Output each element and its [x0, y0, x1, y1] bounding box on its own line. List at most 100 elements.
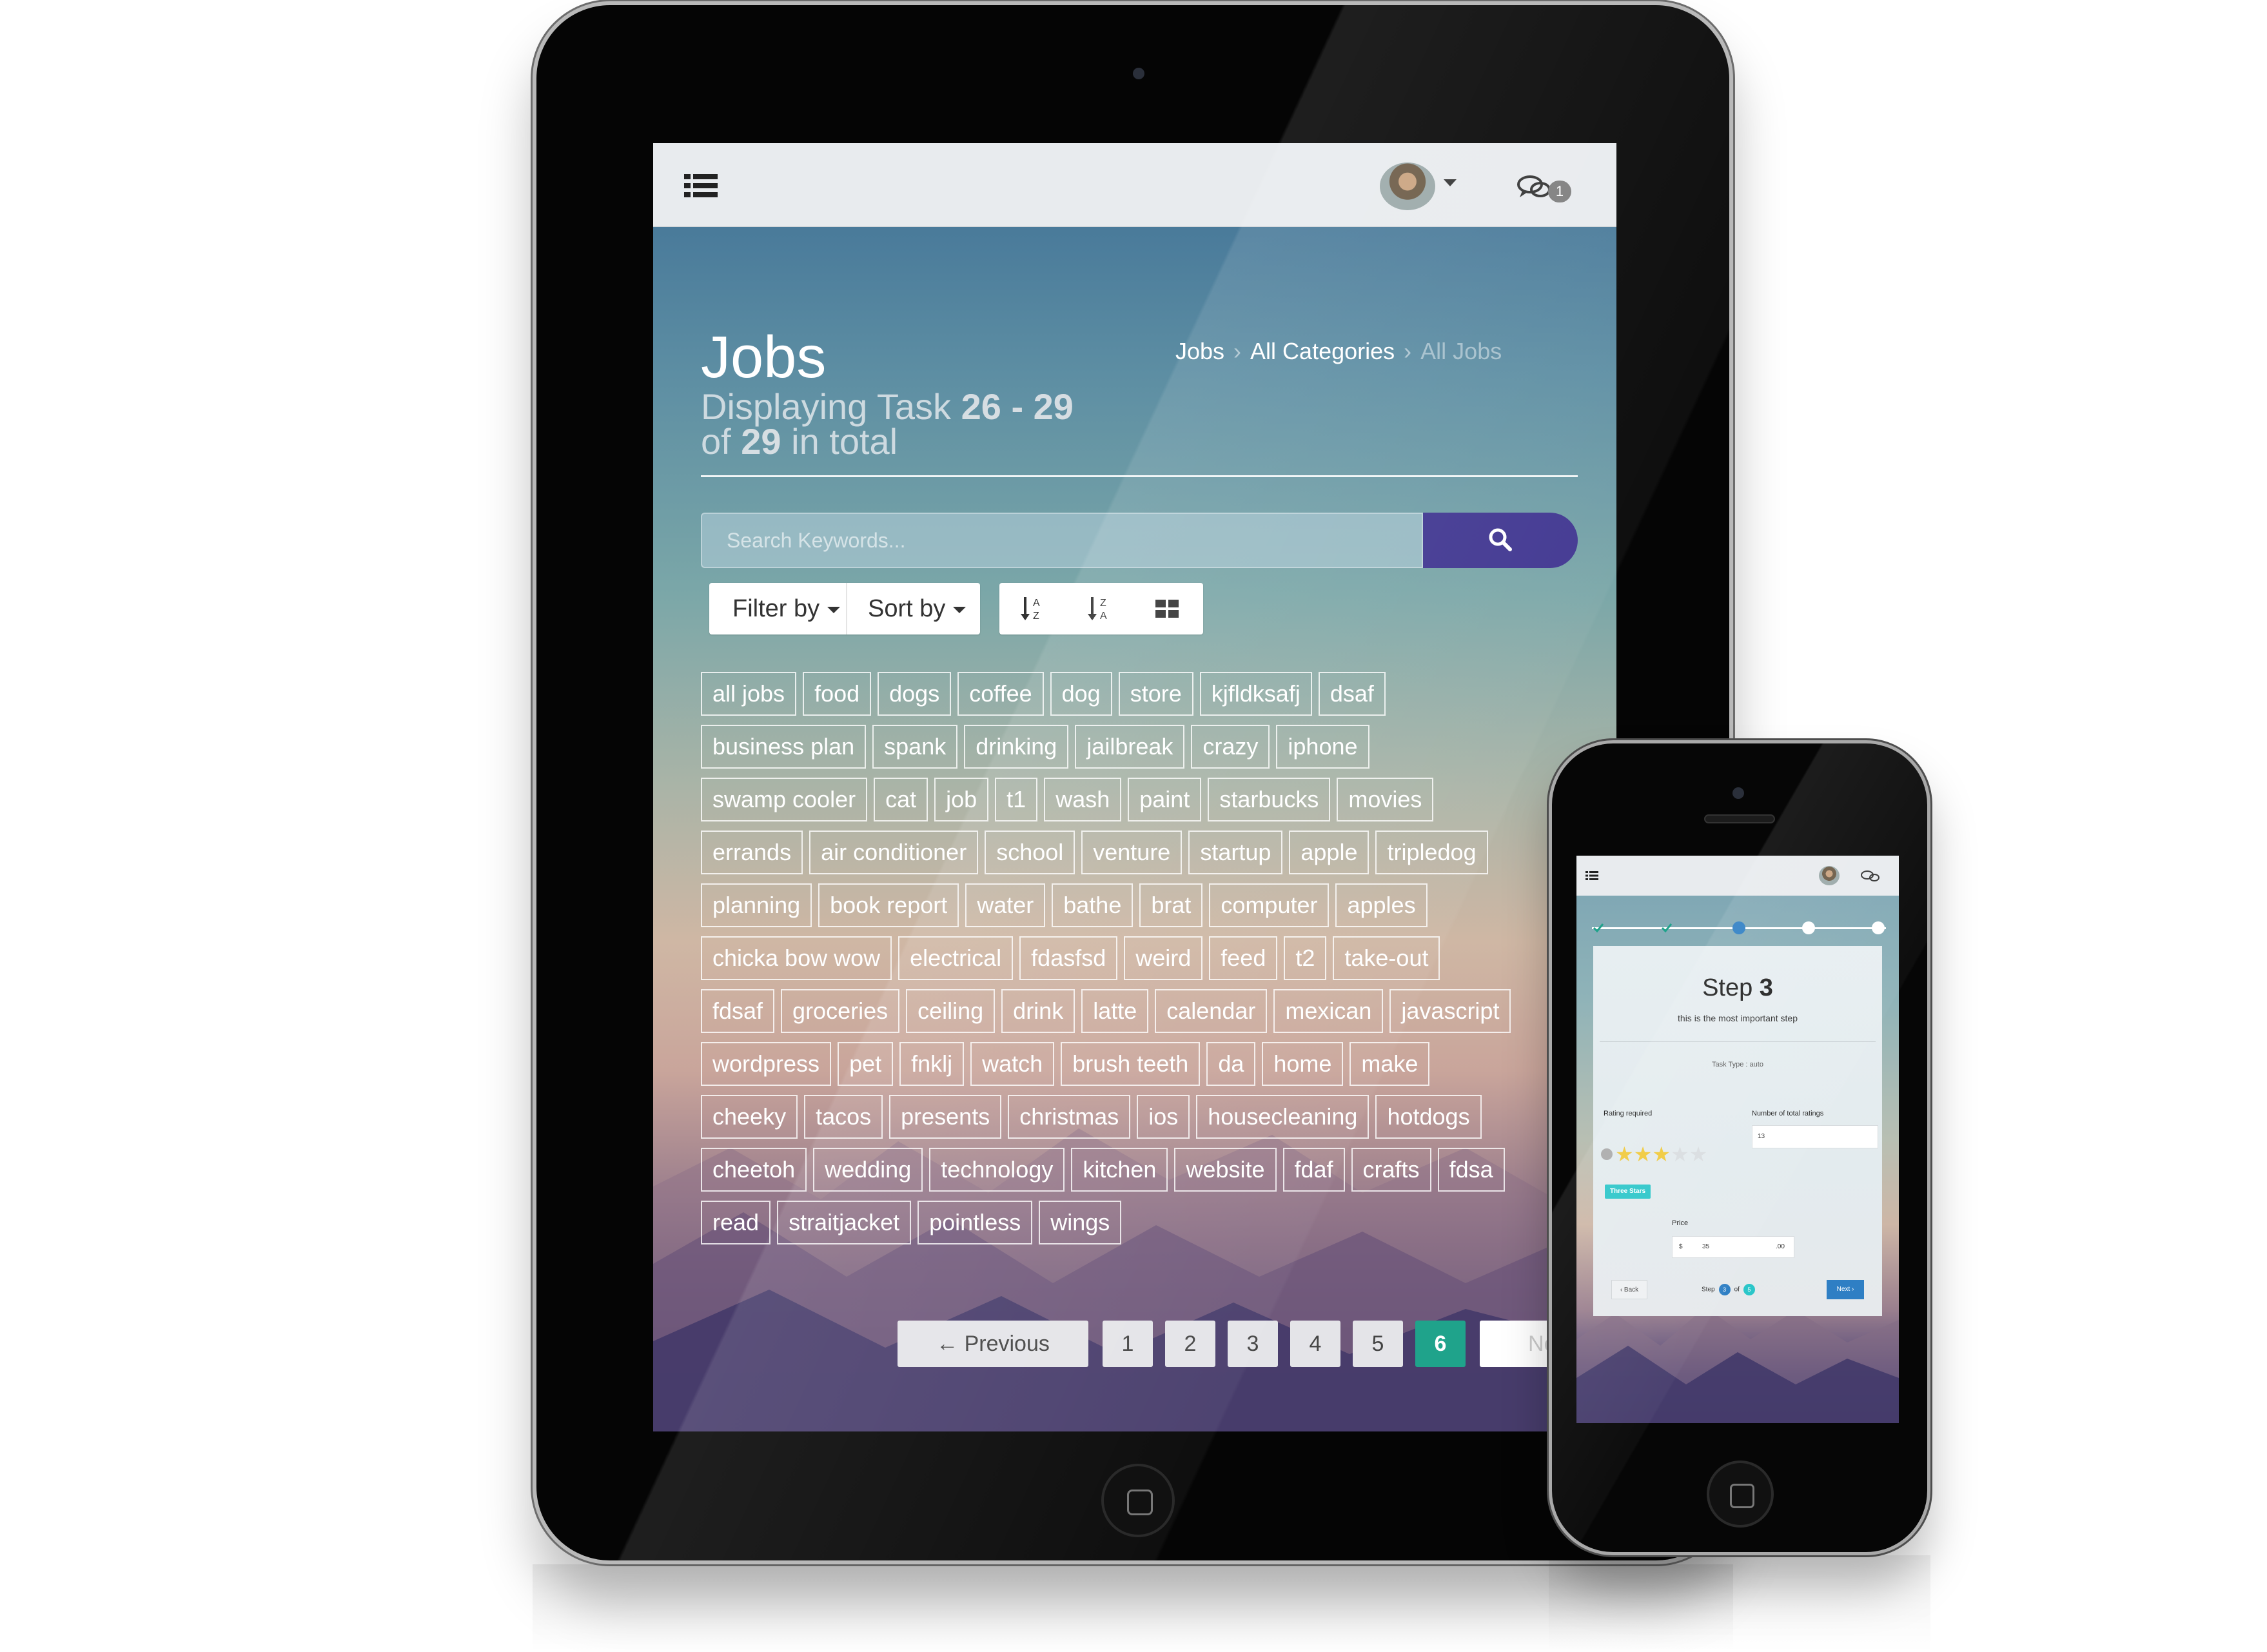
- tag-chip[interactable]: watch: [970, 1042, 1055, 1086]
- tag-chip[interactable]: christmas: [1008, 1095, 1131, 1139]
- tag-chip[interactable]: book report: [818, 883, 959, 927]
- tag-chip[interactable]: t1: [995, 778, 1038, 821]
- tag-chip[interactable]: kjfldksafj: [1199, 672, 1312, 716]
- star-icon[interactable]: ★: [1615, 1143, 1634, 1166]
- tag-chip[interactable]: crazy: [1191, 725, 1270, 769]
- user-avatar[interactable]: [1819, 866, 1840, 885]
- tag-chip[interactable]: fdasfsd: [1019, 936, 1118, 980]
- list-icon[interactable]: [1585, 871, 1598, 880]
- tag-chip[interactable]: dog: [1050, 672, 1112, 716]
- tag-chip[interactable]: groceries: [781, 989, 900, 1033]
- tag-chip[interactable]: fdsa: [1437, 1148, 1505, 1192]
- search-input[interactable]: Search Keywords...: [701, 513, 1423, 568]
- tag-chip[interactable]: cheeky: [701, 1095, 798, 1139]
- tag-chip[interactable]: make: [1349, 1042, 1430, 1086]
- star-icon[interactable]: ★: [1634, 1143, 1653, 1166]
- tag-chip[interactable]: da: [1206, 1042, 1256, 1086]
- tag-chip[interactable]: wash: [1044, 778, 1122, 821]
- previous-page-button[interactable]: ← Previous: [898, 1321, 1088, 1367]
- tag-chip[interactable]: housecleaning: [1196, 1095, 1369, 1139]
- tag-chip[interactable]: fdaf: [1282, 1148, 1345, 1192]
- page-number-button[interactable]: 4: [1290, 1321, 1340, 1367]
- minus-icon[interactable]: [1601, 1148, 1613, 1160]
- tag-chip[interactable]: job: [934, 778, 989, 821]
- tag-chip[interactable]: brush teeth: [1061, 1042, 1201, 1086]
- tag-chip[interactable]: electrical: [898, 936, 1014, 980]
- tag-chip[interactable]: planning: [701, 883, 812, 927]
- tag-chip[interactable]: water: [965, 883, 1046, 927]
- tag-chip[interactable]: cheetoh: [701, 1148, 807, 1192]
- chevron-down-icon[interactable]: [1444, 179, 1457, 186]
- tag-chip[interactable]: startup: [1188, 831, 1283, 874]
- tag-chip[interactable]: crafts: [1351, 1148, 1431, 1192]
- tag-chip[interactable]: weird: [1124, 936, 1203, 980]
- tag-chip[interactable]: computer: [1209, 883, 1330, 927]
- tag-chip[interactable]: pet: [838, 1042, 894, 1086]
- tag-chip[interactable]: fdsaf: [701, 989, 775, 1033]
- tag-chip[interactable]: iphone: [1276, 725, 1369, 769]
- breadcrumb-all-categories[interactable]: All Categories: [1250, 338, 1395, 364]
- page-number-button[interactable]: 2: [1165, 1321, 1215, 1367]
- page-number-button[interactable]: 1: [1103, 1321, 1153, 1367]
- tag-chip[interactable]: fnklj: [899, 1042, 965, 1086]
- tag-chip[interactable]: drinking: [964, 725, 1069, 769]
- price-input[interactable]: $ 35 .00: [1672, 1236, 1794, 1258]
- list-icon[interactable]: [684, 174, 718, 197]
- tag-chip[interactable]: starbucks: [1208, 778, 1331, 821]
- search-button[interactable]: [1423, 513, 1578, 568]
- tag-chip[interactable]: paint: [1128, 778, 1202, 821]
- chat-bubbles-icon[interactable]: [1860, 870, 1881, 883]
- ratings-count-input[interactable]: 13: [1752, 1125, 1878, 1148]
- tag-chip[interactable]: venture: [1081, 831, 1183, 874]
- tag-chip[interactable]: technology: [929, 1148, 1065, 1192]
- star-icon[interactable]: ★: [1689, 1143, 1708, 1166]
- tag-chip[interactable]: spank: [872, 725, 958, 769]
- tag-chip[interactable]: tacos: [804, 1095, 883, 1139]
- tag-chip[interactable]: cat: [874, 778, 928, 821]
- tag-chip[interactable]: latte: [1081, 989, 1149, 1033]
- tag-chip[interactable]: ceiling: [906, 989, 996, 1033]
- tag-chip[interactable]: presents: [889, 1095, 1002, 1139]
- tag-chip[interactable]: school: [985, 831, 1075, 874]
- tag-chip[interactable]: home: [1262, 1042, 1344, 1086]
- tag-chip[interactable]: movies: [1337, 778, 1434, 821]
- page-number-button[interactable]: 3: [1228, 1321, 1278, 1367]
- tag-chip[interactable]: take-out: [1333, 936, 1440, 980]
- sort-alpha-desc-icon[interactable]: Z A: [1087, 595, 1115, 623]
- tag-chip[interactable]: all jobs: [701, 672, 797, 716]
- tag-chip[interactable]: t2: [1284, 936, 1327, 980]
- next-button[interactable]: Next ›: [1827, 1280, 1864, 1299]
- filter-dropdown[interactable]: Filter by: [709, 583, 841, 634]
- tag-chip[interactable]: wordpress: [701, 1042, 832, 1086]
- tag-chip[interactable]: apples: [1335, 883, 1428, 927]
- tag-chip[interactable]: air conditioner: [809, 831, 979, 874]
- page-number-button[interactable]: 5: [1353, 1321, 1403, 1367]
- tag-chip[interactable]: food: [803, 672, 872, 716]
- tag-chip[interactable]: mexican: [1273, 989, 1384, 1033]
- tag-chip[interactable]: read: [701, 1201, 771, 1244]
- star-rating[interactable]: ★★★★★: [1601, 1142, 1707, 1166]
- tag-chip[interactable]: wings: [1039, 1201, 1122, 1244]
- tag-chip[interactable]: pointless: [918, 1201, 1033, 1244]
- user-avatar[interactable]: [1380, 162, 1435, 210]
- tag-chip[interactable]: calendar: [1155, 989, 1268, 1033]
- tag-chip[interactable]: bathe: [1052, 883, 1134, 927]
- star-icon[interactable]: ★: [1671, 1143, 1689, 1166]
- tag-chip[interactable]: chicka bow wow: [701, 936, 892, 980]
- tag-chip[interactable]: coffee: [957, 672, 1044, 716]
- tag-chip[interactable]: website: [1174, 1148, 1277, 1192]
- tag-chip[interactable]: jailbreak: [1075, 725, 1185, 769]
- chat-bubbles-icon[interactable]: [1517, 175, 1552, 201]
- tag-chip[interactable]: business plan: [701, 725, 867, 769]
- tag-chip[interactable]: brat: [1139, 883, 1203, 927]
- star-icon[interactable]: ★: [1652, 1143, 1671, 1166]
- sort-dropdown[interactable]: Sort by: [845, 583, 967, 634]
- tag-chip[interactable]: tripledog: [1375, 831, 1488, 874]
- tag-chip[interactable]: kitchen: [1071, 1148, 1168, 1192]
- tag-chip[interactable]: swamp cooler: [701, 778, 868, 821]
- tag-chip[interactable]: errands: [701, 831, 803, 874]
- tag-chip[interactable]: hotdogs: [1375, 1095, 1482, 1139]
- breadcrumb-jobs[interactable]: Jobs: [1175, 338, 1224, 364]
- tag-chip[interactable]: store: [1118, 672, 1193, 716]
- tag-chip[interactable]: apple: [1289, 831, 1369, 874]
